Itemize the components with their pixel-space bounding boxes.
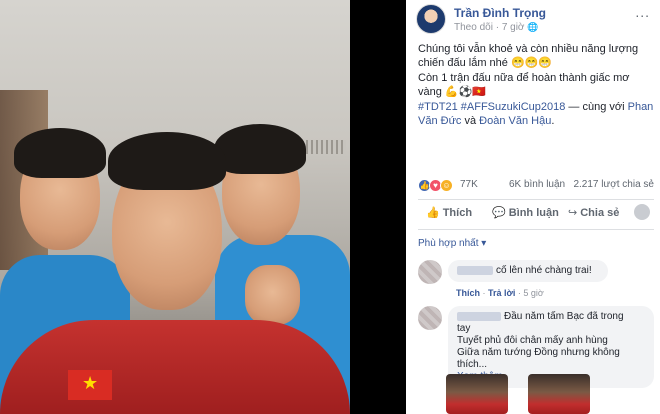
commenter-avatar[interactable] [418, 306, 442, 330]
reactions-bar: 👍 ♥ ☺ 77K 6K bình luận 2.217 lượt chia s… [418, 178, 654, 194]
and-text: và [461, 115, 480, 127]
comment-text: thích... [457, 359, 488, 370]
center-person-hair [108, 132, 226, 190]
comment-bubble: cố lên nhé chàng trai! [448, 260, 608, 282]
comment-text: Giữa năm tướng Đồng nhưng không [457, 347, 620, 358]
share-label: Chia sẻ [580, 207, 620, 219]
divider [418, 199, 654, 200]
right-person-hair [214, 124, 306, 174]
reaction-count[interactable]: 77K [460, 179, 478, 190]
comment-icon: 💬 [492, 207, 506, 219]
share-count[interactable]: 2.217 lượt chia sẻ [573, 179, 654, 190]
hashtags-link[interactable]: #TDT21 #AFFSuzukiCup2018 [418, 101, 565, 113]
follow-link[interactable]: Theo dõi [454, 22, 493, 33]
comment-time[interactable]: 5 giờ [523, 288, 543, 298]
commenter-name[interactable] [457, 265, 493, 275]
comment-actions: Thích · Trả lời · 5 giờ [456, 288, 544, 298]
comment-label: Bình luận [508, 207, 559, 219]
comment-item: Đầu năm tấm Bạc đã trong tay Tuyết phủ đ… [418, 306, 654, 388]
comment-text: tay [457, 323, 471, 334]
comment-first-line: Đầu năm tấm Bạc đã trong [457, 311, 645, 323]
flag-patch: ★ [68, 370, 112, 400]
comment-last-line: thích... [457, 359, 645, 371]
comment-text: Đầu năm tấm Bạc đã trong [504, 311, 624, 322]
globe-icon: 🌐 [527, 22, 539, 32]
author-name[interactable]: Trần Đình Trọng [454, 6, 546, 20]
post-meta: Theo dõi · 7 giờ 🌐 [454, 22, 539, 33]
comment-sort-dropdown[interactable]: Phù hợp nhất ▾ [418, 238, 486, 249]
post-text-line: Còn 1 trận đấu nữa để hoàn thành giấc mơ… [418, 72, 630, 98]
tagged-user-2[interactable]: Đoàn Văn Hậu [479, 115, 551, 127]
post-text-line: Chúng tôi vẫn khoẻ và còn nhiều năng lượ… [418, 43, 639, 69]
comment-attachments [446, 374, 606, 414]
commenter-name[interactable] [457, 311, 501, 321]
commenter-avatar[interactable] [418, 260, 442, 284]
right-person-fist [245, 265, 300, 325]
like-label: Thích [442, 207, 473, 219]
more-options-icon[interactable]: ... [635, 4, 650, 20]
center-person-jersey [0, 320, 350, 414]
period: . [551, 115, 555, 127]
like-button[interactable]: 👍 Thích [426, 206, 472, 219]
comment-share-counts: 6K bình luận 2.217 lượt chia sẻ [509, 179, 654, 190]
thumbs-up-icon: 👍 [426, 207, 440, 219]
share-icon: ↪ [568, 207, 578, 219]
post-panel: Trần Đình Trọng Theo dõi · 7 giờ 🌐 ... C… [406, 0, 660, 414]
post-text: Chúng tôi vẫn khoẻ và còn nhiều năng lượ… [418, 42, 654, 129]
post-time[interactable]: 7 giờ [502, 22, 525, 33]
comment-like-link[interactable]: Thích [456, 288, 480, 298]
comment-count[interactable]: 6K bình luận [509, 179, 565, 190]
post-actions: 👍 Thích 💬 Bình luận ↪ Chia sẻ [418, 204, 658, 226]
comment-text: cố lên nhé chàng trai! [496, 265, 592, 276]
post-text-tags: #TDT21 #AFFSuzukiCup2018 — cùng với Phan… [418, 100, 654, 128]
post-header: Trần Đình Trọng Theo dõi · 7 giờ 🌐 ... [416, 4, 656, 36]
left-person-hair [14, 128, 106, 178]
post-photo[interactable]: ★ [0, 0, 406, 414]
comment-text: Tuyết phủ đôi chân mấy anh hùng [457, 335, 608, 346]
divider [418, 229, 654, 230]
share-button[interactable]: ↪ Chia sẻ [568, 206, 619, 219]
comment-item: cố lên nhé chàng trai! Thích · Trả lời ·… [418, 260, 654, 300]
haha-icon: ☺ [440, 179, 453, 192]
comment-button[interactable]: 💬 Bình luận [492, 206, 559, 219]
reaction-icons[interactable]: 👍 ♥ ☺ [418, 179, 453, 192]
attachment-image[interactable] [528, 374, 590, 414]
with-text: — cùng với [565, 101, 628, 113]
attachment-image[interactable] [446, 374, 508, 414]
comment-reply-link[interactable]: Trả lời [488, 288, 515, 298]
share-as-avatar[interactable] [634, 204, 650, 220]
author-avatar[interactable] [416, 4, 446, 34]
photo-air-vent [306, 140, 346, 154]
